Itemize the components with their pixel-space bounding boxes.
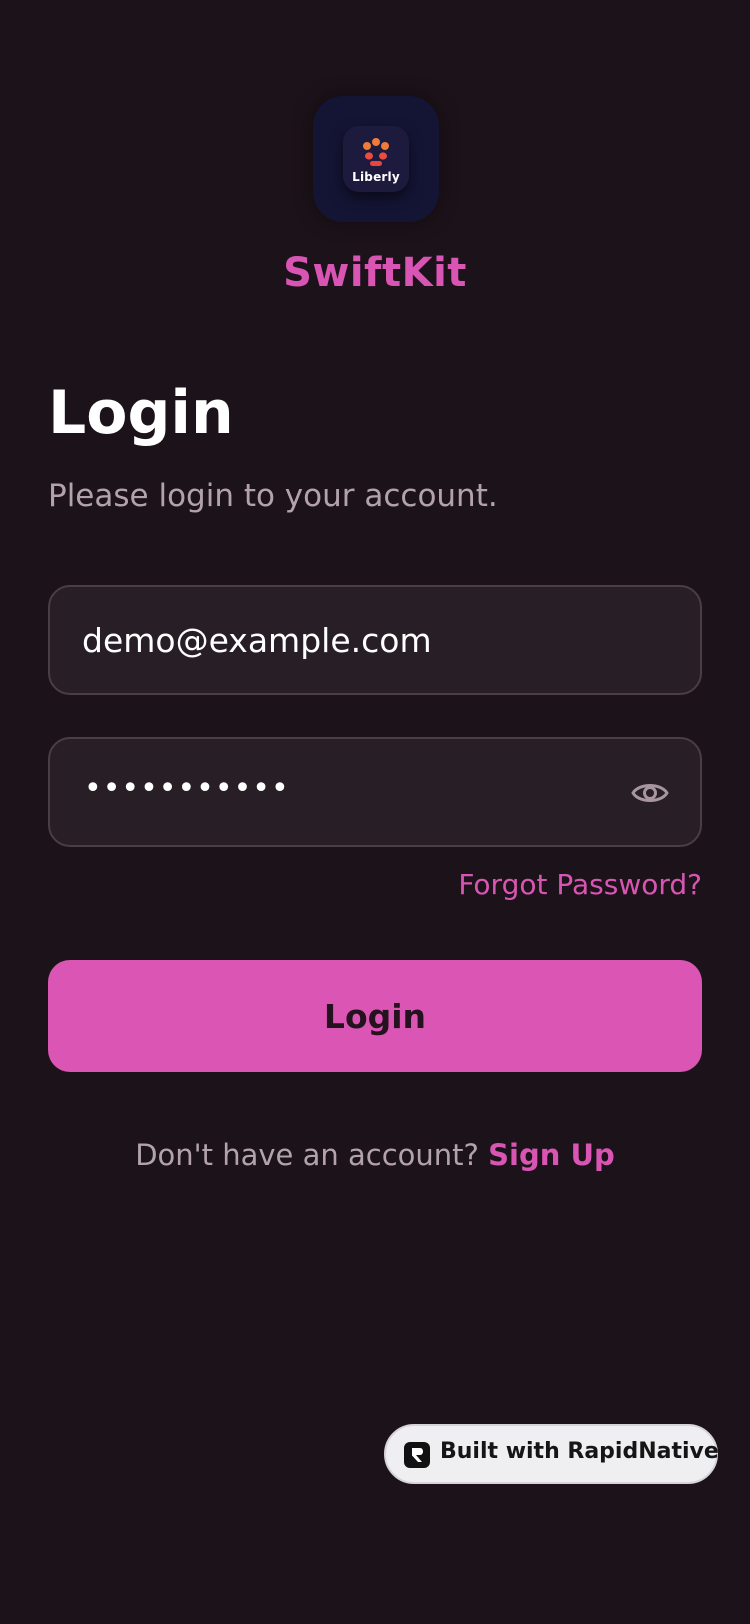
password-field[interactable]: •••••••••••: [48, 737, 702, 847]
app-logo-tile: Liberly: [343, 126, 409, 192]
email-field[interactable]: [48, 585, 702, 695]
forgot-password-link[interactable]: Forgot Password?: [458, 868, 702, 901]
login-screen: Liberly SwiftKit Login Please login to y…: [0, 0, 750, 1624]
login-button[interactable]: Login: [48, 960, 702, 1072]
brand-name: SwiftKit: [283, 250, 467, 296]
signup-prompt: Don't have an account?: [135, 1138, 479, 1172]
signup-row: Don't have an account? Sign Up: [0, 1138, 750, 1172]
password-input[interactable]: •••••••••••: [84, 771, 290, 806]
app-logo: Liberly: [313, 96, 439, 222]
badge-label: Built with RapidNative: [440, 1439, 719, 1464]
page-subtitle: Please login to your account.: [48, 478, 498, 514]
rapidnative-logo-icon: [404, 1442, 430, 1468]
email-input[interactable]: [82, 587, 602, 693]
page-title: Login: [48, 378, 234, 448]
eye-icon[interactable]: [630, 773, 670, 813]
app-logo-label: Liberly: [352, 170, 400, 184]
paw-icon: [363, 138, 389, 166]
built-with-badge[interactable]: Built with RapidNative: [384, 1424, 719, 1484]
signup-link[interactable]: Sign Up: [488, 1138, 615, 1172]
